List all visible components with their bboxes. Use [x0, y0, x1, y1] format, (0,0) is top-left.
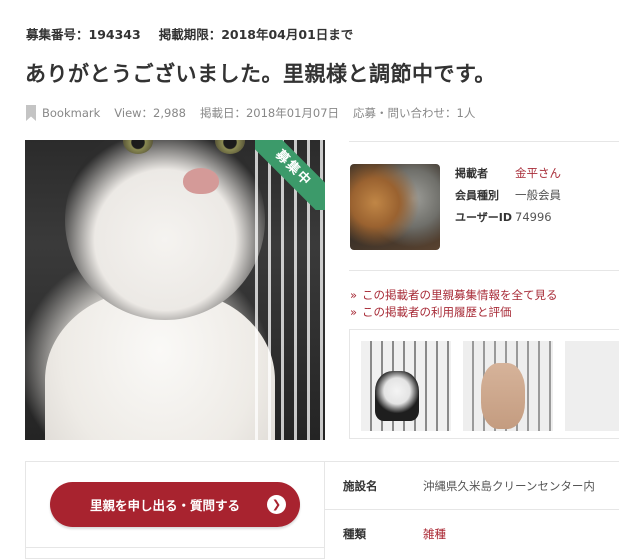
- photo-thumbnails: [349, 329, 619, 439]
- poster-avatar[interactable]: [350, 164, 440, 250]
- cat-nose: [183, 168, 219, 194]
- listing-deadline: 掲載期限：2018年04月01日まで: [158, 27, 354, 42]
- chevron-right-icon: »: [350, 288, 358, 302]
- divider: [349, 270, 619, 271]
- arrow-right-icon: ❯: [267, 495, 286, 514]
- main-cat-photo[interactable]: 募集中: [25, 140, 325, 440]
- poster-name-link[interactable]: 金平さん: [515, 165, 561, 181]
- bookmark-icon[interactable]: [26, 105, 36, 121]
- link-history-reviews[interactable]: » この掲載者の利用履歴と評価: [350, 304, 558, 321]
- poster-row-member-type: 会員種別 一般会員: [455, 184, 561, 206]
- user-id-label: ユーザーID: [455, 211, 513, 224]
- details-table: 施設名 沖縄県久米島クリーンセンター内 種類 雑種: [325, 461, 619, 557]
- poster-links: » この掲載者の里親募集情報を全て見る » この掲載者の利用履歴と評価: [350, 287, 558, 321]
- poster-row-user-id: ユーザーID 74996: [455, 206, 561, 228]
- thumbnail-3[interactable]: [565, 341, 619, 431]
- poster-info: 掲載者 金平さん 会員種別 一般会員 ユーザーID 74996: [455, 162, 561, 228]
- status-ribbon: 募集中: [255, 140, 325, 210]
- bookmark-link[interactable]: Bookmark: [42, 106, 100, 120]
- cat-eye-right: [215, 140, 245, 154]
- facility-value: 沖縄県久米島クリーンセンター内: [423, 478, 595, 493]
- listing-meta: 募集番号：194343 掲載期限：2018年04月01日まで: [26, 24, 353, 43]
- breed-value: 雑種: [423, 526, 446, 541]
- thumbnail-1[interactable]: [361, 341, 451, 431]
- divider: [349, 141, 619, 142]
- status-ribbon-label: 募集中: [255, 140, 325, 210]
- breed-label: 種類: [343, 526, 366, 541]
- recruit-number: 募集番号：194343: [26, 27, 141, 42]
- detail-row-breed: 種類 雑種: [325, 509, 619, 557]
- detail-row-facility: 施設名 沖縄県久米島クリーンセンター内: [325, 461, 619, 509]
- view-count: View：2,988: [114, 106, 186, 120]
- facility-label: 施設名: [343, 478, 378, 493]
- posted-date: 掲載日：2018年01月07日: [199, 106, 340, 120]
- cat-eye-left: [123, 140, 153, 154]
- link-all-listings[interactable]: » この掲載者の里親募集情報を全て見る: [350, 287, 558, 304]
- apply-button-label: 里親を申し出る・質問する: [90, 498, 241, 513]
- divider: [25, 547, 325, 548]
- chevron-right-icon: »: [350, 305, 358, 319]
- link-all-listings-label[interactable]: この掲載者の里親募集情報を全て見る: [362, 288, 558, 302]
- link-history-reviews-label[interactable]: この掲載者の利用履歴と評価: [362, 305, 512, 319]
- thumbnail-2[interactable]: [463, 341, 553, 431]
- apply-button[interactable]: 里親を申し出る・質問する ❯: [50, 482, 300, 527]
- page-title: ありがとうございました。里親様と調節中です。: [25, 62, 496, 86]
- poster-row-name: 掲載者 金平さん: [455, 162, 561, 184]
- poster-label: 掲載者: [455, 167, 488, 180]
- cat-face-shape: [65, 140, 265, 320]
- user-id-value: 74996: [515, 210, 552, 224]
- member-type-label: 会員種別: [455, 189, 499, 202]
- listing-stats: Bookmark View：2,988 掲載日：2018年01月07日 応募・問…: [26, 103, 475, 123]
- inquiry-count: 応募・問い合わせ：1人: [353, 106, 476, 120]
- member-type-value: 一般会員: [515, 188, 561, 202]
